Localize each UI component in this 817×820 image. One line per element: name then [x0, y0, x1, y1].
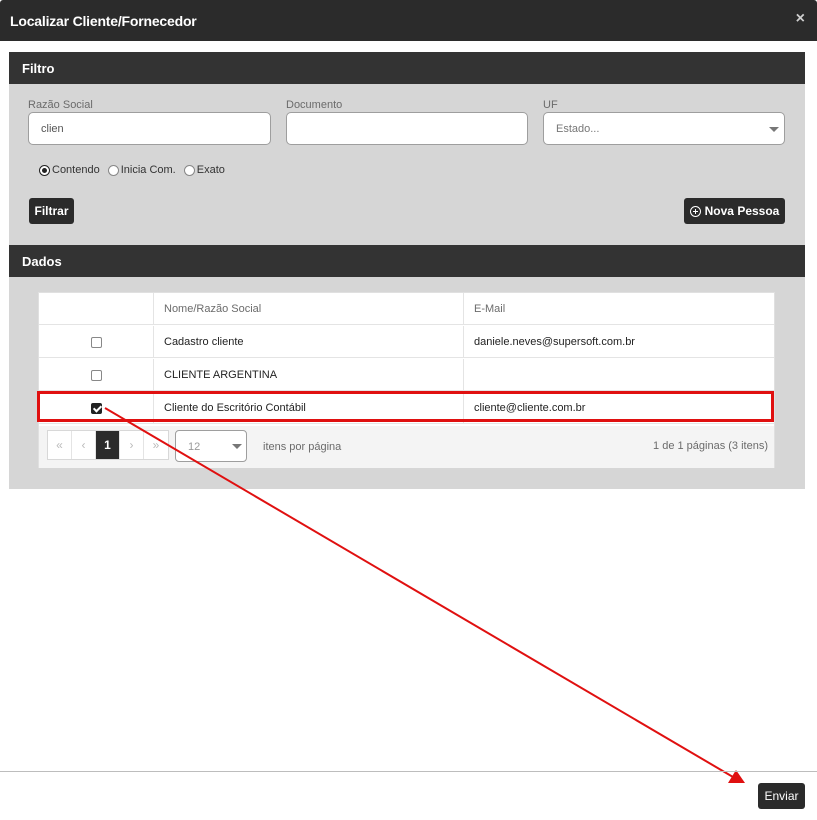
- row-name: Cadastro cliente: [154, 326, 464, 358]
- table-row[interactable]: Cadastro cliente daniele.neves@supersoft…: [39, 326, 774, 358]
- radio-contendo[interactable]: Contendo: [39, 164, 100, 176]
- row-select-cell: [39, 359, 154, 391]
- row-email: cliente@cliente.com.br: [474, 402, 586, 414]
- results-table: Nome/Razão Social E-Mail Cadastro client…: [38, 292, 775, 468]
- row-select-cell: [39, 392, 154, 424]
- row-email: [464, 359, 774, 391]
- nova-pessoa-button[interactable]: Nova Pessoa: [684, 198, 785, 224]
- row-email: daniele.neves@supersoft.com.br: [474, 336, 635, 348]
- razao-social-label: Razão Social: [28, 99, 93, 111]
- filtro-section-header: Filtro: [9, 52, 805, 84]
- radio-label: Contendo: [52, 164, 100, 176]
- radio-label: Exato: [196, 164, 225, 176]
- radio-inicia-com[interactable]: Inicia Com.: [107, 164, 176, 176]
- radio-button[interactable]: [39, 164, 50, 176]
- pagination-info: 1 de 1 páginas (3 itens): [653, 440, 768, 452]
- radio-exato[interactable]: Exato: [183, 164, 225, 176]
- radio-button[interactable]: [183, 164, 195, 176]
- row-checkbox[interactable]: [90, 402, 102, 414]
- dados-section-header: Dados: [9, 245, 805, 277]
- page-size-value: 12: [188, 441, 201, 453]
- plus-circle-icon: [689, 205, 701, 217]
- pagination: « ‹ 1 › »: [47, 430, 169, 460]
- radio-button[interactable]: [107, 164, 119, 176]
- next-page-button[interactable]: ›: [120, 431, 144, 459]
- row-select-cell: [39, 326, 154, 358]
- row-name: CLIENTE ARGENTINA: [154, 359, 464, 391]
- row-checkbox[interactable]: [90, 369, 102, 381]
- header-select-column: [39, 293, 154, 325]
- page-button-current[interactable]: 1: [96, 431, 120, 459]
- table-row[interactable]: CLIENTE ARGENTINA: [39, 359, 774, 391]
- row-checkbox[interactable]: [90, 336, 102, 348]
- first-page-button[interactable]: «: [48, 431, 72, 459]
- column-header-email[interactable]: E-Mail: [464, 293, 774, 325]
- uf-label: UF: [543, 99, 558, 111]
- prev-page-button[interactable]: ‹: [72, 431, 96, 459]
- last-page-button[interactable]: »: [144, 431, 168, 459]
- dialog-titlebar: Localizar Cliente/Fornecedor ×: [0, 0, 817, 41]
- documento-label: Documento: [286, 99, 343, 111]
- dialog-title: Localizar Cliente/Fornecedor: [10, 13, 197, 29]
- uf-select[interactable]: Estado...: [543, 112, 785, 145]
- column-header-name[interactable]: Nome/Razão Social: [154, 293, 464, 325]
- footer-divider: [0, 771, 817, 772]
- nova-pessoa-label: Nova Pessoa: [704, 204, 780, 218]
- enviar-button[interactable]: Enviar: [758, 783, 805, 809]
- page-size-select[interactable]: 12: [175, 430, 247, 462]
- enviar-label: Enviar: [764, 789, 799, 803]
- chevron-down-icon: [232, 444, 242, 449]
- dados-panel: Nome/Razão Social E-Mail Cadastro client…: [9, 277, 805, 489]
- uf-select-value: Estado...: [556, 123, 600, 135]
- radio-label: Inicia Com.: [120, 164, 176, 176]
- match-mode-radio-group: Contendo Inicia Com. Exato: [39, 164, 225, 176]
- pagination-bar: « ‹ 1 › » 12 itens por página 1 de 1 pág…: [39, 426, 774, 468]
- filtrar-button[interactable]: Filtrar: [29, 198, 74, 224]
- filtrar-label: Filtrar: [34, 204, 69, 218]
- table-row[interactable]: Cliente do Escritório Contábil cliente@c…: [39, 392, 774, 424]
- close-icon[interactable]: ×: [796, 11, 805, 27]
- chevron-down-icon: [769, 127, 779, 132]
- table-header-row: Nome/Razão Social E-Mail: [39, 293, 774, 325]
- row-name: Cliente do Escritório Contábil: [154, 392, 464, 424]
- documento-input[interactable]: [286, 112, 528, 145]
- filtro-panel: Razão Social Documento UF Estado... Cont…: [9, 84, 805, 245]
- razao-social-input[interactable]: [28, 112, 271, 145]
- page-size-label: itens por página: [263, 441, 342, 453]
